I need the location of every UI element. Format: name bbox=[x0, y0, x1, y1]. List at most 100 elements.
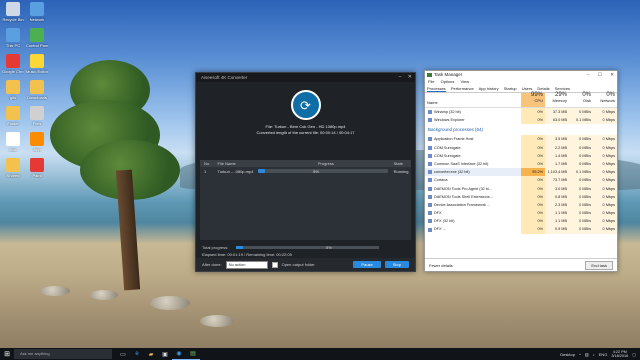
process-row[interactable]: DAEMON Tools Shell Extensions... 0% 0.8 MB… bbox=[425, 192, 617, 201]
file-explorer-icon[interactable]: ▰ bbox=[144, 349, 158, 359]
desktop-icon[interactable]: Downloads bbox=[26, 80, 48, 100]
desktop-icon[interactable]: App bbox=[26, 132, 48, 152]
desktop-icon[interactable]: gifs bbox=[2, 80, 24, 100]
desktop-icon-image bbox=[6, 28, 20, 42]
process-row[interactable]: Cortana 0% 73.7 MB 0 MB/s 0 Mbps bbox=[425, 176, 617, 185]
process-row[interactable]: Windows Explorer 0% 63.0 MB 0.1 MB/s 0 Mbps bbox=[425, 116, 617, 125]
converter-title: Aiseesoft 4K Converter bbox=[201, 75, 248, 80]
process-row[interactable]: Application Frame Host 0% 3.5 MB 0 MB/s 0 Mb… bbox=[425, 135, 617, 144]
process-cpu: 0% bbox=[521, 176, 545, 185]
desktop-icon-image bbox=[30, 28, 44, 42]
process-disk: 0 MB/s bbox=[569, 184, 593, 193]
header-name[interactable]: Name bbox=[425, 93, 521, 107]
close-icon[interactable]: ✕ bbox=[610, 72, 614, 77]
desktop-icon-label: Folder bbox=[7, 121, 19, 126]
converter-titlebar[interactable]: Aiseesoft 4K Converter – ✕ bbox=[196, 73, 415, 82]
desktop-icon[interactable]: Doc bbox=[2, 132, 24, 152]
header-memory[interactable]: 29% Memory bbox=[545, 92, 569, 107]
desktop-icon[interactable]: Files bbox=[26, 106, 48, 126]
menu-view[interactable]: View bbox=[461, 79, 470, 84]
action-center-icon[interactable]: ▢ bbox=[632, 352, 636, 357]
tab-users[interactable]: Users bbox=[522, 86, 532, 91]
process-disk: 0 MB/s bbox=[569, 143, 593, 152]
desktop-toolbar[interactable]: Desktop bbox=[560, 352, 575, 357]
process-net: 0 Mbps bbox=[593, 168, 617, 177]
process-row[interactable]: Winamp (32 bit) 0% 37.3 MB 0 MB/s 0 Mbps bbox=[425, 108, 617, 117]
process-row[interactable]: converter.exe (32 bit) 95.2% 1,103.4 MB 0.1… bbox=[425, 168, 617, 177]
task-view-icon[interactable]: ▭ bbox=[116, 349, 130, 359]
store-icon[interactable]: ▣ bbox=[158, 349, 172, 359]
process-net: 0 Mbps bbox=[593, 209, 617, 218]
task-manager-taskbar-icon[interactable]: ▤ bbox=[186, 349, 200, 360]
process-row[interactable]: DFX (32 bit) 0% 1.1 MB 0 MB/s 0 Mbps bbox=[425, 217, 617, 226]
fewer-details-link[interactable]: Fewer details bbox=[429, 263, 453, 268]
stop-button[interactable]: Stop bbox=[384, 261, 409, 268]
open-folder-checkbox[interactable] bbox=[271, 261, 278, 268]
cortana-search-input[interactable]: Ask me anything bbox=[14, 349, 112, 359]
language-indicator[interactable]: ENG bbox=[599, 352, 608, 357]
process-row[interactable]: Common SaaS Interface (32 bit) 0% 1.7 MB 0 … bbox=[425, 159, 617, 169]
process-name: Device Association Framework ... bbox=[425, 201, 521, 209]
tab-app-history[interactable]: App history bbox=[479, 86, 499, 91]
after-done-select[interactable]: No action bbox=[225, 260, 268, 269]
desktop-icon[interactable]: Paint bbox=[26, 158, 48, 178]
process-name-text: DFX ... bbox=[434, 227, 446, 232]
conversion-table: No. File Name Progress State 1 Turkun -.… bbox=[200, 160, 411, 240]
desktop-icon-label: This PC bbox=[5, 43, 21, 48]
pause-button[interactable]: Pause bbox=[353, 261, 381, 268]
process-cpu: 0% bbox=[521, 151, 545, 160]
clock-date: 3/18/2016 bbox=[611, 354, 629, 358]
close-icon[interactable]: ✕ bbox=[408, 74, 412, 80]
clock[interactable]: 4:22 PM 3/18/2016 bbox=[611, 350, 628, 359]
converter-taskbar-icon[interactable]: ◉ bbox=[172, 349, 186, 360]
desktop-icon[interactable]: Google Chrome bbox=[2, 54, 24, 74]
process-mem: 1.1 MB bbox=[545, 209, 569, 218]
menu-options[interactable]: Options bbox=[441, 79, 455, 84]
process-row[interactable]: DAEMON Tools Pro Agent (32 bi... 0% 3.0 MB… bbox=[425, 184, 617, 193]
header-network[interactable]: 0% Network bbox=[593, 92, 617, 107]
tab-processes[interactable]: Processes bbox=[427, 86, 446, 92]
tab-performance[interactable]: Performance bbox=[451, 86, 474, 91]
col-progress: Progress bbox=[317, 161, 334, 166]
process-mem: 1.1 MB bbox=[545, 217, 569, 226]
menu-file[interactable]: File bbox=[428, 79, 434, 84]
edge-icon[interactable]: e bbox=[130, 349, 144, 359]
desktop-icon[interactable]: Control Panel bbox=[26, 28, 48, 48]
process-name-text: DFX (32 bit) bbox=[434, 219, 455, 224]
process-row[interactable]: Device Association Framework ... 0% 2.3 MB… bbox=[425, 200, 617, 210]
network-icon[interactable]: ▥ bbox=[585, 352, 589, 357]
start-windows-icon[interactable]: ⊞ bbox=[0, 350, 14, 358]
process-row[interactable]: COM Surrogate 0% 2.2 MB 0 MB/s 0 Mbps bbox=[425, 143, 617, 152]
end-task-button[interactable]: End task bbox=[585, 260, 613, 270]
process-name-text: DAEMON Tools Shell Extensions... bbox=[434, 194, 493, 199]
table-row[interactable]: 1 Turkun -...080p.mp4 5% Running bbox=[200, 167, 411, 176]
process-row[interactable]: COM Surrogate 0% 1.4 MB 0 MB/s 0 Mbps bbox=[425, 151, 617, 160]
desktop-icon[interactable]: Folder bbox=[2, 106, 24, 126]
desktop-icon[interactable]: Recycle Bin bbox=[2, 2, 24, 22]
process-disk: 0 MB/s bbox=[569, 151, 593, 160]
process-net: 0 Mbps bbox=[593, 192, 617, 201]
chevron-up-icon[interactable]: ^ bbox=[579, 352, 581, 357]
minimize-icon[interactable]: – bbox=[399, 74, 402, 80]
process-row[interactable]: DFX ... 0% 0.9 MB 0 MB/s 0 Mbps bbox=[425, 225, 617, 234]
tab-details[interactable]: Details bbox=[537, 86, 549, 91]
process-row[interactable]: DFX 0% 1.1 MB 0 MB/s 0 Mbps bbox=[425, 209, 617, 218]
minimize-icon[interactable]: – bbox=[587, 72, 590, 77]
desktop-icon[interactable]: Shared bbox=[2, 158, 24, 178]
process-cpu: 0% bbox=[521, 217, 545, 226]
tab-startup[interactable]: Startup bbox=[504, 86, 517, 91]
process-mem: 1,103.4 MB bbox=[545, 168, 569, 177]
process-net: 0 Mbps bbox=[593, 135, 617, 144]
desktop-icon[interactable]: Network bbox=[26, 2, 48, 22]
desktop-icon[interactable]: Music Editor bbox=[26, 54, 48, 74]
row-progress-text: 5% bbox=[313, 169, 319, 174]
desktop-icon[interactable]: This PC bbox=[2, 28, 24, 48]
header-cpu[interactable]: 99% CPU bbox=[521, 92, 545, 107]
converter-footer: After done: No action Open output folder… bbox=[196, 258, 415, 271]
tab-services[interactable]: Services bbox=[555, 86, 570, 91]
taskmgr-titlebar[interactable]: Task Manager – ☐ ✕ bbox=[425, 71, 617, 79]
process-net: 0 Mbps bbox=[593, 143, 617, 152]
maximize-icon[interactable]: ☐ bbox=[598, 72, 602, 77]
header-disk[interactable]: 0% Disk bbox=[569, 92, 593, 107]
volume-icon[interactable]: ♪ bbox=[593, 352, 595, 357]
